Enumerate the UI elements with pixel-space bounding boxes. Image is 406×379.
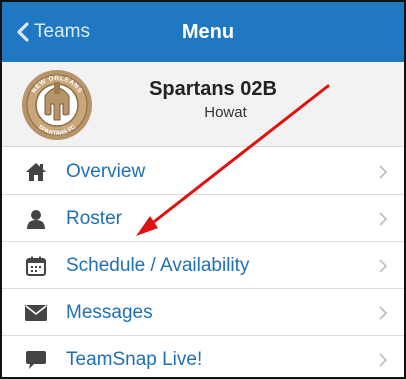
chevron-right-icon xyxy=(379,212,388,226)
menu-list: Overview Roster Schedule / Availability … xyxy=(2,148,404,377)
team-subtitle: Howat xyxy=(204,104,247,121)
menu-item-label: Overview xyxy=(66,161,146,182)
back-to-teams-button[interactable]: Teams xyxy=(16,16,90,48)
chat-bubble-icon xyxy=(24,348,48,372)
menu-item-label: Roster xyxy=(66,208,122,229)
chevron-right-icon xyxy=(379,259,388,273)
menu-item-teamsnap-live[interactable]: TeamSnap Live! xyxy=(2,336,404,377)
menu-item-overview[interactable]: Overview xyxy=(2,148,404,195)
chevron-left-icon xyxy=(17,22,29,42)
menu-item-messages[interactable]: Messages xyxy=(2,289,404,336)
chevron-right-icon xyxy=(379,165,388,179)
menu-item-label: Schedule / Availability xyxy=(66,255,250,276)
team-name: Spartans 02B xyxy=(149,78,277,100)
home-icon xyxy=(24,160,48,184)
back-label: Teams xyxy=(34,21,90,42)
menu-item-roster[interactable]: Roster xyxy=(2,195,404,242)
chevron-right-icon xyxy=(379,353,388,367)
team-header: NEW ORLEANS SPARTANS FC Spartans 02B How… xyxy=(2,62,404,147)
menu-item-label: TeamSnap Live! xyxy=(66,349,203,370)
menu-item-schedule[interactable]: Schedule / Availability xyxy=(2,242,404,289)
navigation-bar: Menu Teams xyxy=(2,2,404,62)
calendar-icon xyxy=(24,254,48,278)
app-screen: Menu Teams NEW ORLEANS SPARTANS FC Spart… xyxy=(0,0,406,379)
envelope-icon xyxy=(24,301,48,325)
menu-item-label: Messages xyxy=(66,302,153,323)
person-icon xyxy=(24,207,48,231)
chevron-right-icon xyxy=(379,306,388,320)
